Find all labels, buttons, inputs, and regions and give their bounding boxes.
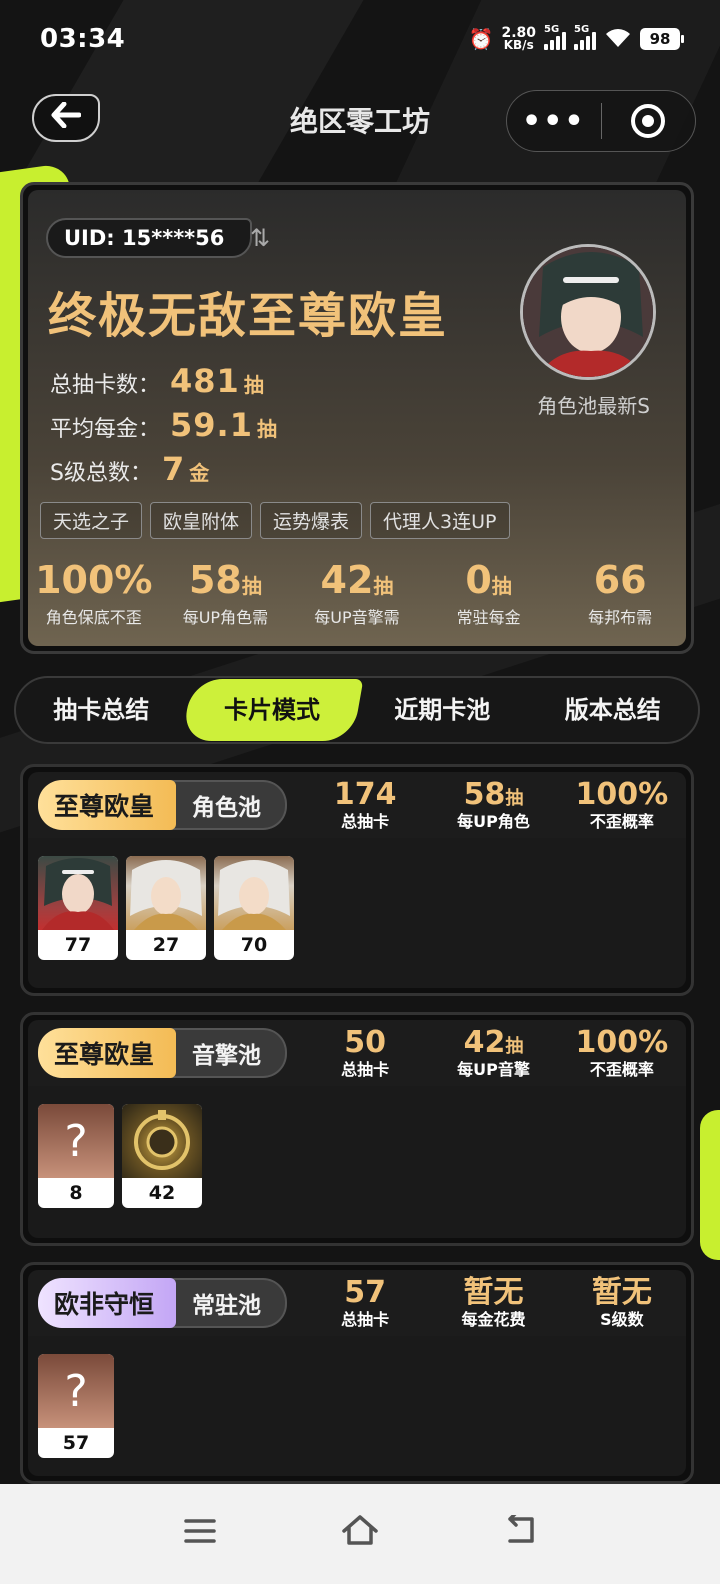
wifi-icon	[604, 27, 632, 52]
system-nav-bar	[0, 1484, 720, 1584]
player-title: 终极无敌至尊欧皇	[48, 288, 449, 344]
tab-summary[interactable]: 抽卡总结	[16, 679, 187, 741]
pool-stat: 暂无 每金花费	[461, 1275, 526, 1330]
tag-list: 天选之子 欧皇附体 运势爆表 代理人3连UP	[40, 502, 510, 539]
menu-icon[interactable]	[175, 1514, 225, 1554]
background-accent	[700, 1110, 720, 1260]
battery-icon: 98	[640, 28, 684, 50]
tag: 运势爆表	[260, 502, 363, 539]
pull-card[interactable]: 77	[38, 856, 118, 960]
back-icon[interactable]	[495, 1511, 545, 1554]
character-portrait	[214, 856, 294, 930]
pool-stat: 57 总抽卡	[341, 1275, 390, 1330]
stat-avg-per-gold: 平均每金： 59.1 抽	[50, 406, 277, 444]
metric: 100% 角色保底不歪	[35, 558, 153, 627]
pull-card[interactable]: ? 57	[38, 1354, 114, 1458]
pool-stat: 100% 不歪概率	[575, 1025, 669, 1080]
stat-total-pulls: 总抽卡数： 481 抽	[50, 362, 264, 400]
avatar-caption: 角色池最新S	[537, 394, 650, 418]
pull-card[interactable]: 70	[214, 856, 294, 960]
pool-stat: 100% 不歪概率	[575, 777, 669, 832]
metric: 0抽 常驻每金	[456, 558, 521, 627]
unknown-card-icon: ?	[38, 1354, 114, 1428]
tag: 代理人3连UP	[370, 502, 510, 539]
pool-stat: 暂无 S级数	[591, 1275, 652, 1330]
pool-badge: 至尊欧皇 角色池	[38, 780, 288, 830]
pool-card-engine: 至尊欧皇 音擎池 50 总抽卡 42抽 每UP音擎 100% 不歪概率 ? 8	[20, 1012, 694, 1246]
home-icon[interactable]	[335, 1513, 385, 1556]
pool-stat: 42抽 每UP音擎	[457, 1025, 530, 1080]
unknown-card-icon: ?	[38, 1104, 114, 1178]
character-portrait	[126, 856, 206, 930]
character-portrait	[38, 856, 118, 930]
alarm-icon: ⏰	[468, 27, 494, 51]
tab-recent-pools[interactable]: 近期卡池	[357, 679, 528, 741]
status-bar: 03:34 ⏰ 2.80 KB/s 5G 5G 98	[0, 0, 720, 78]
network-speed: 2.80 KB/s	[501, 25, 536, 52]
metric: 58抽 每UP角色需	[182, 558, 269, 627]
signal-icon: 5G	[574, 24, 596, 50]
pool-card-character: 至尊欧皇 角色池 174 总抽卡 58抽 每UP角色 100% 不歪概率 77	[20, 764, 694, 996]
metrics-row: 100% 角色保底不歪 58抽 每UP角色需 42抽 每UP音擎需 0抽 常驻每…	[28, 558, 686, 628]
metric: 42抽 每UP音擎需	[314, 558, 400, 627]
signal-icon: 5G	[544, 24, 566, 50]
pool-stat: 58抽 每UP角色	[457, 777, 530, 832]
tab-card-mode[interactable]: 卡片模式	[181, 679, 363, 741]
pool-card-standard: 欧非守恒 常驻池 57 总抽卡 暂无 每金花费 暂无 S级数 ? 57	[20, 1262, 694, 1484]
summary-card: UID: 15****56 ⇅ 终极无敌至尊欧皇 总抽卡数： 481 抽 平均每…	[20, 182, 694, 654]
tab-version-summary[interactable]: 版本总结	[528, 679, 699, 741]
close-miniapp-button[interactable]	[602, 104, 696, 138]
tab-bar: 抽卡总结 卡片模式 近期卡池 版本总结	[14, 676, 700, 744]
metric: 66 每邦布需	[588, 558, 653, 627]
stat-s-total: S级总数： 7 金	[50, 450, 210, 488]
tag: 天选之子	[40, 502, 143, 539]
w-engine-icon	[122, 1104, 202, 1178]
pull-card[interactable]: 42	[122, 1104, 202, 1208]
target-icon	[631, 104, 666, 138]
pool-stat: 50 总抽卡	[341, 1025, 390, 1080]
pool-stat: 174 总抽卡	[333, 777, 397, 832]
avatar[interactable]	[520, 244, 656, 380]
pool-badge: 至尊欧皇 音擎池	[38, 1028, 288, 1078]
pull-card[interactable]: 27	[126, 856, 206, 960]
more-button[interactable]: •••	[507, 104, 601, 139]
top-nav: 绝区零工坊 •••	[0, 90, 720, 152]
tag: 欧皇附体	[150, 502, 253, 539]
status-icons: ⏰ 2.80 KB/s 5G 5G 98	[468, 24, 684, 52]
pool-badge: 欧非守恒 常驻池	[38, 1278, 288, 1328]
miniapp-capsule: •••	[506, 90, 696, 152]
uid-badge[interactable]: UID: 15****56	[46, 218, 253, 258]
swap-icon[interactable]: ⇅	[250, 224, 270, 252]
pull-card[interactable]: ? 8	[38, 1104, 114, 1208]
status-time: 03:34	[40, 24, 126, 54]
